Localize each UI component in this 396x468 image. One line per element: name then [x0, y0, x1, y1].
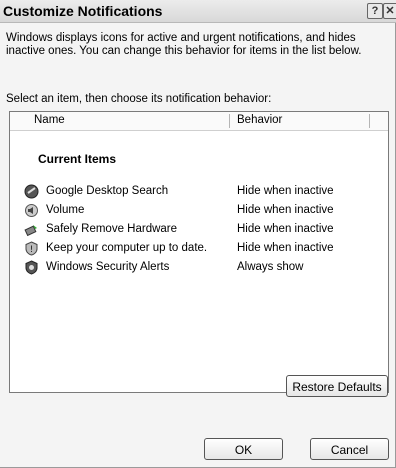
customize-notifications-dialog: Customize Notifications ? ✕ Windows disp…: [0, 0, 396, 468]
restore-defaults-button[interactable]: Restore Defaults: [286, 375, 388, 397]
title-bar[interactable]: Customize Notifications ? ✕: [0, 0, 396, 23]
close-button[interactable]: ✕: [383, 3, 396, 19]
dialog-title: Customize Notifications: [3, 3, 163, 19]
ok-button[interactable]: OK: [204, 438, 283, 460]
description-text: Windows displays icons for active and ur…: [6, 32, 362, 57]
item-behavior[interactable]: Hide when inactive: [237, 204, 334, 216]
column-header-behavior[interactable]: Behavior: [237, 114, 282, 126]
item-behavior[interactable]: Hide when inactive: [237, 223, 334, 235]
security-alert-icon: [24, 260, 39, 275]
item-behavior[interactable]: Always show: [237, 261, 303, 273]
item-name: Google Desktop Search: [46, 185, 169, 197]
list-item[interactable]: Google Desktop Search Hide when inactive: [10, 183, 388, 201]
item-name: Windows Security Alerts: [46, 261, 170, 273]
item-name: Keep your computer up to date.: [46, 242, 208, 254]
help-button[interactable]: ?: [367, 3, 383, 19]
volume-icon: [24, 203, 39, 218]
item-behavior[interactable]: Hide when inactive: [237, 185, 334, 197]
item-name: Volume: [46, 204, 85, 216]
item-name: Safely Remove Hardware: [46, 223, 178, 235]
windows-update-icon: !: [24, 241, 39, 256]
safely-remove-hardware-icon: [24, 222, 39, 237]
item-behavior[interactable]: Hide when inactive: [237, 242, 334, 254]
svg-text:!: !: [30, 245, 34, 255]
list-item[interactable]: ! Keep your computer up to date. Hide wh…: [10, 240, 388, 258]
group-label-current-items: Current Items: [38, 152, 117, 166]
list-item[interactable]: Volume Hide when inactive: [10, 202, 388, 220]
column-divider[interactable]: [369, 114, 370, 128]
list-item[interactable]: Safely Remove Hardware Hide when inactiv…: [10, 221, 388, 239]
google-desktop-icon: [24, 184, 39, 199]
column-divider[interactable]: [229, 114, 230, 128]
notification-items-list[interactable]: Name Behavior Current Items Google Deskt…: [9, 111, 389, 393]
column-header-name[interactable]: Name: [34, 114, 65, 126]
list-header: Name Behavior: [10, 112, 388, 131]
selection-prompt: Select an item, then choose its notifica…: [6, 93, 272, 105]
list-item[interactable]: Windows Security Alerts Always show: [10, 259, 388, 277]
cancel-button[interactable]: Cancel: [310, 438, 389, 460]
